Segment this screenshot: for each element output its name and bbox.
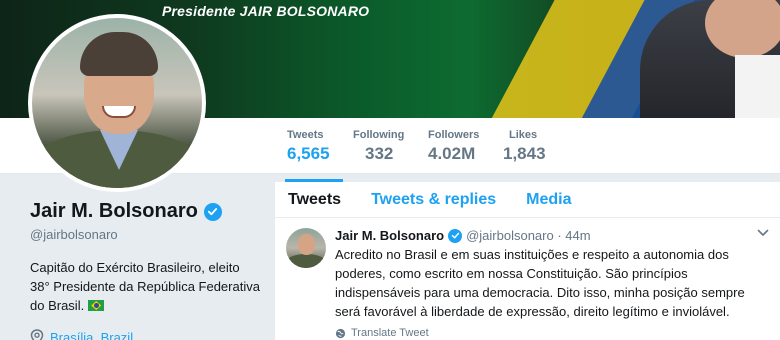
tab-tweets-replies[interactable]: Tweets & replies [371,191,496,209]
stat-label: Following [353,129,405,141]
profile-handle[interactable]: @jairbolsonaro [30,227,260,242]
stat-value: 1,843 [503,144,546,163]
verified-badge-icon [448,228,463,243]
tweet-meta[interactable]: @jairbolsonaro · 44m [466,228,590,243]
stat-likes[interactable]: Likes 1,843 [503,129,546,164]
tweet-text: Acredito no Brasil e em suas instituiçõe… [335,247,745,319]
tab-media[interactable]: Media [526,191,571,209]
tweet-author-name[interactable]: Jair M. Bolsonaro [335,228,444,243]
brazil-flag-icon [88,300,105,311]
tweet-avatar[interactable] [286,228,326,268]
profile-bio: Capitão do Exército Brasileiro, eleito 3… [30,258,260,315]
stat-label: Followers [428,129,480,141]
banner-title: Presidente JAIR BOLSONARO [162,3,370,19]
avatar-photo [32,18,202,188]
timeline: Tweets Tweets & replies Media Jair M. Bo… [275,182,780,340]
profile-name-row: Jair M. Bolsonaro [30,200,260,223]
translate-tweet[interactable]: Translate Tweet [335,327,768,339]
profile-bio-text: Capitão do Exército Brasileiro, eleito 3… [30,260,260,313]
globe-icon [335,328,346,338]
tab-tweets[interactable]: Tweets [288,191,341,209]
tweet-header: Jair M. Bolsonaro @jairbolsonaro · 44m [335,228,768,243]
stat-value: 4.02M [428,144,476,163]
location-pin-icon [30,329,44,340]
stat-following[interactable]: Following 332 [353,129,404,164]
banner-person-shirt [735,55,780,118]
avatar-hair [80,32,158,76]
translate-tweet-label: Translate Tweet [351,327,429,339]
stat-label: Likes [509,129,538,141]
profile-avatar[interactable] [28,14,206,192]
profile-card: Jair M. Bolsonaro @jairbolsonaro Capitão… [30,200,260,340]
tweet-card[interactable]: Jair M. Bolsonaro @jairbolsonaro · 44m A… [275,218,780,339]
chevron-down-icon[interactable] [756,226,770,240]
tweet-avatar-face [298,234,315,255]
stat-tweets[interactable]: Tweets 6,565 [285,129,343,183]
verified-badge-icon [203,202,222,221]
timeline-tabs: Tweets Tweets & replies Media [275,182,780,218]
stat-followers[interactable]: Followers 4.02M [428,129,479,164]
profile-name[interactable]: Jair M. Bolsonaro [30,200,198,223]
profile-location-link[interactable]: Brasília, Brazil [50,330,133,340]
tweet-avatar-jacket [286,254,326,268]
stat-label: Tweets [287,129,324,141]
profile-location: Brasília, Brazil [30,329,260,340]
stat-value: 6,565 [287,144,330,163]
stat-value: 332 [365,144,394,163]
